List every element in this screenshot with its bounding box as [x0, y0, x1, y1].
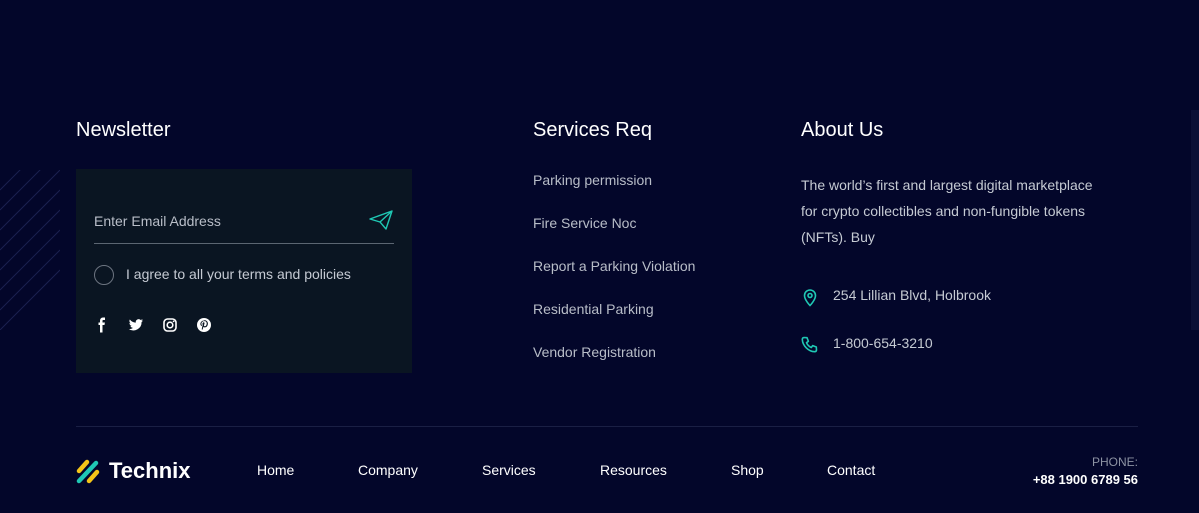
about-title: About Us [801, 119, 884, 141]
service-link-vendor-registration[interactable]: Vendor Registration [533, 344, 656, 360]
address-row: 254 Lillian Blvd, Holbrook [801, 287, 1101, 309]
technix-logo-icon [76, 459, 100, 484]
agree-checkbox[interactable] [94, 265, 114, 285]
pinterest-icon[interactable] [196, 317, 212, 333]
service-link-parking-permission[interactable]: Parking permission [533, 172, 652, 188]
service-link-residential-parking[interactable]: Residential Parking [533, 301, 654, 317]
service-link-report-parking-violation[interactable]: Report a Parking Violation [533, 258, 695, 274]
nav-contact[interactable]: Contact [827, 462, 875, 478]
nav-services[interactable]: Services [482, 462, 536, 478]
phone-number[interactable]: +88 1900 6789 56 [1033, 472, 1138, 487]
about-text: The world’s first and largest digital ma… [801, 177, 1093, 245]
list-item: Parking permission [533, 172, 695, 215]
twitter-icon[interactable] [128, 317, 144, 333]
decorative-stripes [0, 170, 60, 330]
social-links [94, 317, 234, 333]
email-input[interactable] [94, 209, 354, 233]
service-link-fire-service-noc[interactable]: Fire Service Noc [533, 215, 636, 231]
address-text: 254 Lillian Blvd, Holbrook [833, 287, 991, 303]
newsletter-title: Newsletter [76, 119, 171, 141]
list-item: Fire Service Noc [533, 215, 695, 258]
brand-logo[interactable]: Technix [76, 458, 206, 484]
location-pin-icon [801, 287, 819, 307]
list-item: Residential Parking [533, 301, 695, 344]
list-item: Vendor Registration [533, 344, 695, 387]
email-row [94, 209, 394, 244]
phone-row: 1-800-654-3210 [801, 335, 1101, 357]
nav-shop[interactable]: Shop [731, 462, 764, 478]
list-item: Report a Parking Violation [533, 258, 695, 301]
agree-label: I agree to all your terms and policies [126, 266, 351, 282]
facebook-icon[interactable] [94, 317, 110, 333]
instagram-icon[interactable] [162, 317, 178, 333]
agree-row: I agree to all your terms and policies [94, 264, 394, 286]
nav-company[interactable]: Company [358, 462, 418, 478]
services-list: Parking permission Fire Service Noc Repo… [533, 172, 695, 387]
nav-home[interactable]: Home [257, 462, 294, 478]
brand-name: Technix [109, 458, 191, 483]
phone-icon [801, 335, 819, 355]
decorative-panel [1191, 110, 1199, 330]
services-title: Services Req [533, 119, 652, 141]
send-button[interactable] [368, 207, 394, 233]
phone-label: PHONE: [1091, 455, 1138, 469]
newsletter-form: I agree to all your terms and policies [76, 169, 412, 373]
paper-plane-icon [369, 210, 393, 230]
nav-resources[interactable]: Resources [600, 462, 667, 478]
phone-text[interactable]: 1-800-654-3210 [833, 335, 933, 351]
footer-divider [76, 426, 1138, 427]
